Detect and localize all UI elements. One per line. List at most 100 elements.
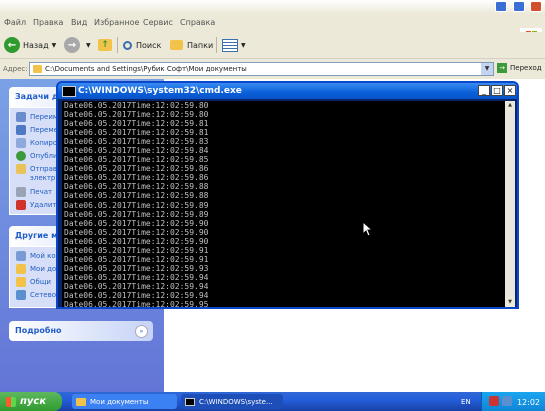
search-label: Поиск [136,40,162,50]
maximize-button[interactable] [513,1,525,12]
cmd-maximize-button[interactable]: □ [491,85,503,96]
task-rename[interactable]: Переим [16,112,58,122]
go-arrow-icon: → [497,63,507,73]
cmd-minimize-button[interactable]: _ [478,85,490,96]
go-button[interactable]: → Переход [497,63,542,73]
place-label: Общи [30,278,51,286]
minimize-button[interactable] [495,1,507,12]
task-delete[interactable]: Удалит [16,200,57,210]
taskbar-item-my-documents[interactable]: Мои документы [72,394,177,409]
console-line: Date06.05.2017Time:12:02:59.83 [64,137,209,147]
task-label: Опубли [30,152,58,160]
cmd-titlebar[interactable]: C:\WINDOWS\system32\cmd.exe _ □ × [58,83,517,99]
printer-icon [16,187,26,197]
menu-edit[interactable]: Правка [33,18,63,27]
clock: 12:02 [516,398,540,407]
place-network[interactable]: Сетево [16,290,56,300]
task-label: Печат [30,188,53,196]
taskbar: пуск Мои документы C:\WINDOWS\syste... E… [0,392,545,411]
mouse-cursor-icon [362,221,372,237]
place-label: Мои до [30,265,57,273]
console-line: Date06.05.2017Time:12:02:59.80 [64,101,209,110]
console-line: Date06.05.2017Time:12:02:59.94 [64,290,209,300]
tray-network-icon[interactable] [502,396,512,406]
cmd-scrollbar[interactable]: ▲ ▼ [505,101,515,307]
task-label: Переме [30,126,58,134]
address-input[interactable]: C:\Documents and Settings\Рубик Софт\Мои… [29,62,494,76]
language-indicator[interactable]: EN [461,398,471,406]
task-email-cont[interactable]: электр [30,174,55,182]
task-label: Отправ [30,165,58,173]
menu-help[interactable]: Справка [180,18,215,27]
search-button[interactable]: Поиск [123,35,161,55]
menu-file[interactable]: Файл [4,18,26,27]
place-shared[interactable]: Общи [16,277,51,287]
details-header[interactable]: Подробно » [9,321,153,341]
folders-button[interactable]: Папки [170,35,213,55]
task-print[interactable]: Печат [16,187,52,197]
console-line: Date06.05.2017Time:12:02:59.94 [64,281,209,291]
console-line: Date06.05.2017Time:12:02:59.89 [64,200,209,210]
console-line: Date06.05.2017Time:12:02:59.90 [64,218,209,228]
cmd-close-button[interactable]: × [504,85,516,96]
menu-view[interactable]: Вид [71,18,87,27]
start-button[interactable]: пуск [0,392,62,411]
task-label: Копиро [30,139,58,147]
up-folder-icon: ↑ [98,39,112,51]
folder-icon [33,65,42,73]
taskbar-item-label: C:\WINDOWS\syste... [199,397,273,406]
details-title: Подробно [15,326,62,335]
windows-flag-icon [6,396,16,407]
console-line: Date06.05.2017Time:12:02:59.88 [64,182,209,192]
task-copy[interactable]: Копиро [16,138,57,148]
tray-app-icon[interactable] [489,396,499,406]
back-button[interactable]: ← Назад ▼ [4,35,56,55]
toolbar: ← Назад ▼ → ▼ ↑ Поиск Папки ▼ [0,32,545,59]
address-label: Адрес: [3,65,28,73]
folders-label: Папки [187,40,214,50]
menu-favorites[interactable]: Избранное [94,18,139,27]
console-line: Date06.05.2017Time:12:02:59.86 [64,173,209,183]
console-line: Date06.05.2017Time:12:02:59.94 [64,272,209,282]
console-line: Date06.05.2017Time:12:02:59.89 [64,209,209,219]
back-dropdown-icon[interactable]: ▼ [52,42,57,49]
toolbar-separator [117,37,118,53]
console-line: Date06.05.2017Time:12:02:59.93 [64,263,209,273]
console-line: Date06.05.2017Time:12:02:59.84 [64,146,209,156]
search-icon [123,40,132,50]
scroll-down-icon[interactable]: ▼ [505,298,515,307]
close-button[interactable] [530,1,542,12]
console-output[interactable]: Date06.05.2017Time:12:02:59.80 Date06.05.… [62,101,505,307]
computer-icon [16,251,26,261]
copy-icon [16,138,26,148]
forward-dropdown-icon[interactable]: ▼ [86,42,91,49]
place-my-documents[interactable]: Мои до [16,264,56,274]
console-line: Date06.05.2017Time:12:02:59.91 [64,245,209,255]
scroll-up-icon[interactable]: ▲ [505,101,515,110]
views-button[interactable]: ▼ [222,35,246,55]
task-publish[interactable]: Опубли [16,151,58,161]
address-bar: Адрес: C:\Documents and Settings\Рубик С… [0,59,545,79]
views-dropdown-icon[interactable]: ▼ [241,42,246,49]
console-line: Date06.05.2017Time:12:02:59.85 [64,155,209,165]
place-label: Мой ко [30,252,56,260]
taskbar-item-cmd[interactable]: C:\WINDOWS\syste... [181,394,283,409]
back-label: Назад [23,40,49,50]
window-title-strip [0,0,545,14]
views-icon [222,38,238,52]
expand-chevron-icon[interactable]: » [135,325,148,338]
forward-arrow-icon: → [64,37,80,53]
address-dropdown-icon[interactable]: ▼ [481,63,493,75]
task-label: Удалит [30,201,57,209]
forward-button[interactable]: → ▼ [64,35,91,55]
console-icon [185,397,195,406]
console-line: Date06.05.2017Time:12:02:59.88 [64,191,209,201]
up-folder-button[interactable]: ↑ [98,35,112,55]
menu-tools[interactable]: Сервис [143,18,173,27]
task-move[interactable]: Переме [16,125,58,135]
console-line: Date06.05.2017Time:12:02:59.80 [64,110,209,120]
place-my-computer[interactable]: Мой ко [16,251,56,261]
task-email[interactable]: Отправ [16,164,57,174]
toolbar-separator [216,37,217,53]
cmd-title: C:\WINDOWS\system32\cmd.exe [78,86,242,96]
